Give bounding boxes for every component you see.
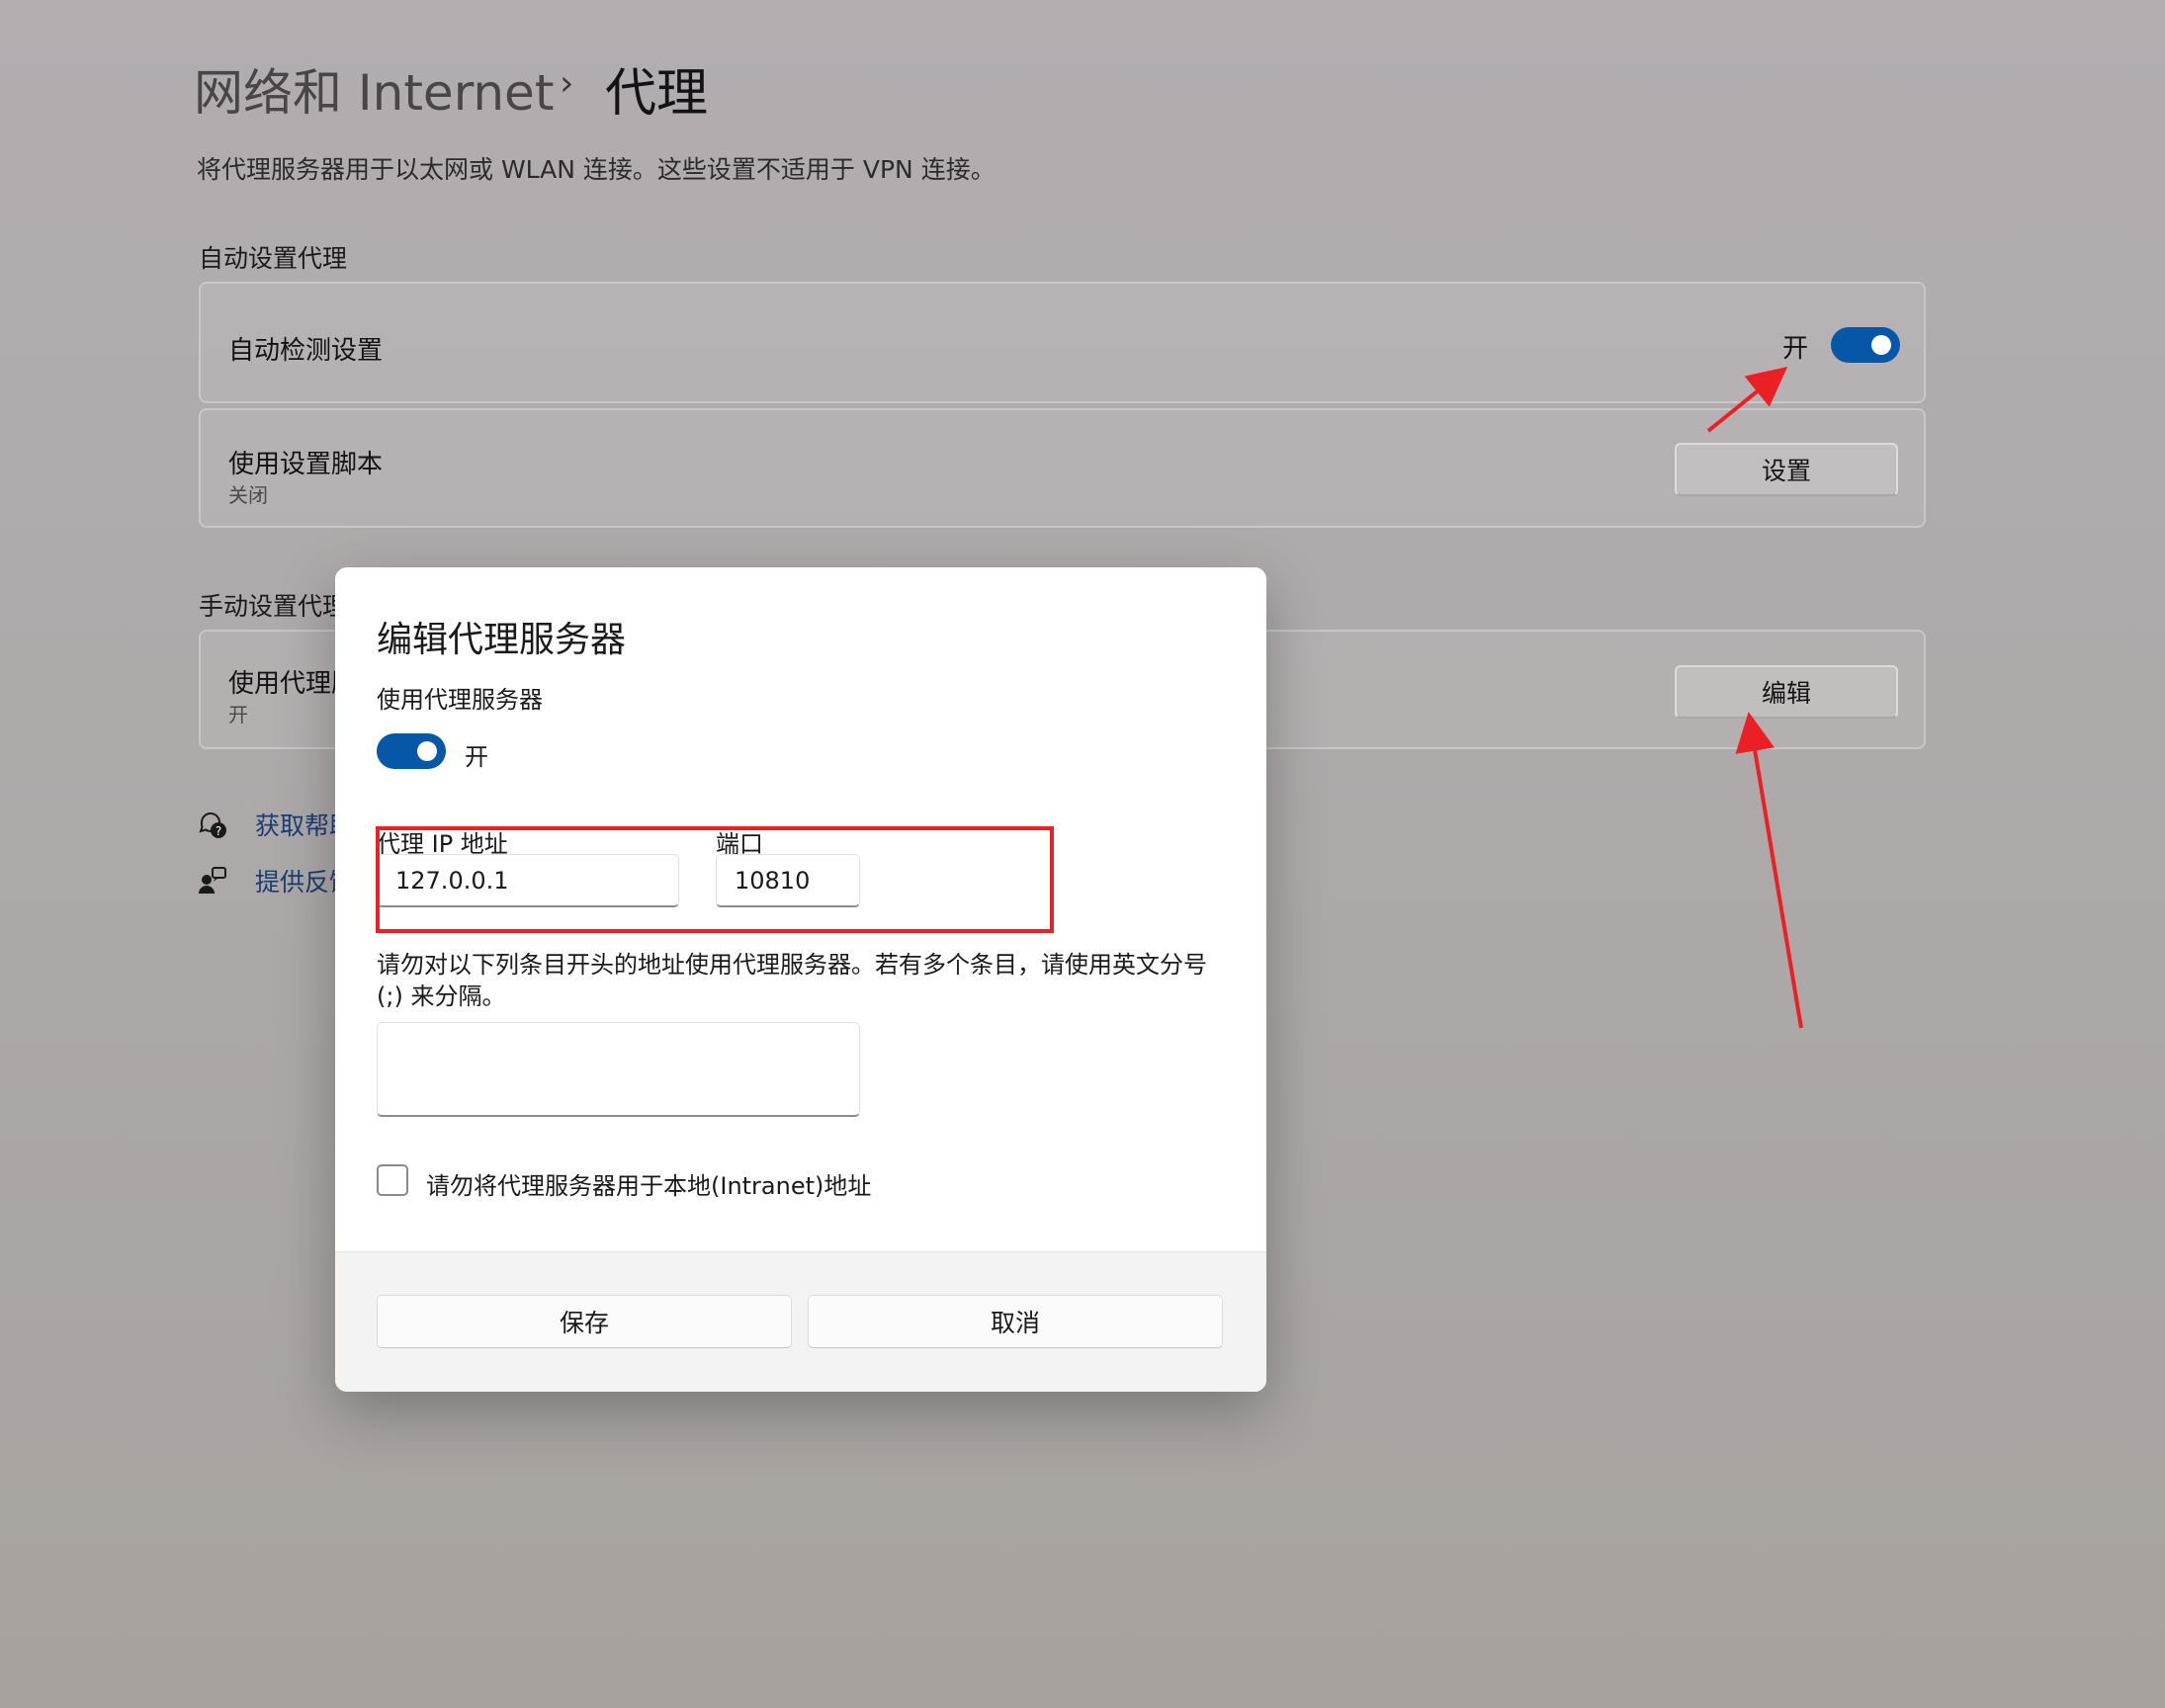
arrow-to-edit-button: [1735, 712, 1803, 1029]
arrow-to-toggle: [1706, 366, 1788, 433]
annotation-arrows: [1706, 366, 1803, 1029]
